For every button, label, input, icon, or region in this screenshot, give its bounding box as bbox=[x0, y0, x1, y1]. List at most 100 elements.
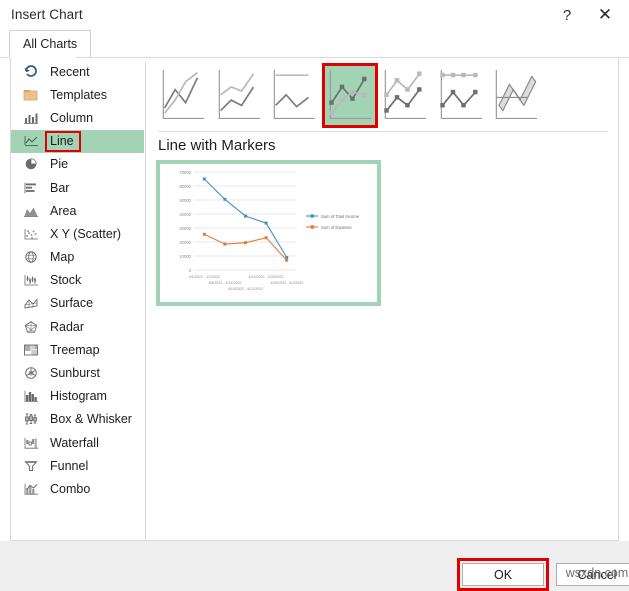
sidebar-item-map[interactable]: Map bbox=[11, 246, 144, 269]
sidebar-item-bar[interactable]: Bar bbox=[11, 176, 144, 199]
chart-type-stacked-line-with-markers[interactable] bbox=[380, 66, 430, 125]
sidebar-item-label: Surface bbox=[50, 296, 94, 311]
sidebar-item-funnel[interactable]: Funnel bbox=[11, 454, 144, 477]
preview-title: Line with Markers bbox=[158, 137, 276, 154]
sidebar-item-pie[interactable]: Pie bbox=[11, 153, 144, 176]
svg-text:4/22/2022 - 4/28/2022: 4/22/2022 - 4/28/2022 bbox=[249, 275, 284, 279]
combo-icon bbox=[20, 480, 42, 498]
svg-text:60000: 60000 bbox=[179, 184, 191, 189]
bar-icon bbox=[20, 179, 42, 197]
svg-text:Sum of Total Income: Sum of Total Income bbox=[321, 214, 360, 219]
sidebar-item-label: Sunburst bbox=[50, 366, 101, 381]
svg-text:0: 0 bbox=[189, 268, 192, 273]
panel-divider bbox=[145, 62, 146, 539]
sidebar-item-label: X Y (Scatter) bbox=[50, 226, 122, 241]
histogram-icon bbox=[20, 387, 42, 405]
sidebar-item-line[interactable]: Line bbox=[11, 129, 144, 153]
surface-icon bbox=[20, 294, 42, 312]
column-icon bbox=[20, 109, 42, 127]
svg-text:4/8/2022 - 4/14/2022: 4/8/2022 - 4/14/2022 bbox=[208, 281, 241, 285]
chart-type-glyph bbox=[495, 69, 537, 120]
sidebar-item-column[interactable]: Column bbox=[11, 106, 144, 129]
sidebar-item-combo[interactable]: Combo bbox=[11, 477, 144, 500]
sidebar-item-label: Radar bbox=[50, 319, 85, 334]
chart-type-line-with-markers[interactable] bbox=[321, 63, 378, 128]
chart-preview[interactable]: 0 10000 20000 30000 40000 50000 60000 70000 4/1/… bbox=[156, 160, 381, 306]
chart-type-glyph bbox=[273, 69, 315, 120]
sidebar-item-label: Funnel bbox=[50, 458, 89, 473]
chart-type-glyph bbox=[162, 69, 204, 120]
area-icon bbox=[20, 202, 42, 220]
svg-text:4/1/2022 - 4/7/2022: 4/1/2022 - 4/7/2022 bbox=[189, 275, 220, 279]
cancel-button[interactable]: Cancel bbox=[556, 563, 629, 586]
recent-icon bbox=[20, 63, 42, 81]
box-whisker-icon bbox=[20, 410, 42, 428]
tab-strip: All Charts bbox=[0, 30, 629, 58]
sidebar-item-label: Map bbox=[50, 250, 75, 265]
sidebar-item-stock[interactable]: Stock bbox=[11, 269, 144, 292]
chart-type-glyph bbox=[439, 69, 482, 120]
map-icon bbox=[20, 248, 42, 266]
chart-type-glyph bbox=[384, 69, 426, 120]
svg-text:10000: 10000 bbox=[179, 254, 191, 259]
chart-category-list[interactable]: Recent Templates Column Line Pie Bar Area X Y (… bbox=[11, 60, 144, 540]
scatter-icon bbox=[20, 225, 42, 243]
dialog-title: Insert Chart bbox=[11, 7, 83, 22]
tab-all-charts[interactable]: All Charts bbox=[9, 30, 92, 57]
sidebar-item-label: Stock bbox=[50, 273, 82, 288]
line-icon bbox=[20, 132, 42, 150]
sidebar-item-x-y-scatter[interactable]: X Y (Scatter) bbox=[11, 222, 144, 245]
sidebar-item-label: Box & Whisker bbox=[50, 412, 132, 427]
sidebar-item-histogram[interactable]: Histogram bbox=[11, 385, 144, 408]
svg-text:40000: 40000 bbox=[179, 212, 191, 217]
thumbnails-underline bbox=[158, 131, 608, 132]
sidebar-item-label: Histogram bbox=[50, 389, 107, 404]
svg-text:Sum of Expense: Sum of Expense bbox=[321, 225, 352, 230]
chart-type-stacked-line[interactable] bbox=[213, 66, 264, 125]
treemap-icon bbox=[20, 341, 42, 359]
preview-chart: 0 10000 20000 30000 40000 50000 60000 70000 4/1/… bbox=[179, 170, 360, 291]
ok-button-highlight bbox=[457, 558, 549, 591]
sidebar-item-templates[interactable]: Templates bbox=[11, 83, 144, 106]
sidebar-item-label: Bar bbox=[50, 180, 70, 195]
funnel-icon bbox=[20, 457, 42, 475]
svg-text:50000: 50000 bbox=[179, 198, 191, 203]
chart-type-100-stacked-line-with-markers[interactable] bbox=[435, 66, 486, 125]
sidebar-item-label: Pie bbox=[50, 157, 69, 172]
sidebar-item-label: Column bbox=[50, 110, 94, 125]
svg-text:30000: 30000 bbox=[179, 226, 191, 231]
sidebar-item-label: Recent bbox=[50, 64, 90, 79]
sidebar-item-box-whisker[interactable]: Box & Whisker bbox=[11, 408, 144, 431]
sidebar-item-label: Treemap bbox=[50, 342, 100, 357]
radar-icon bbox=[20, 318, 42, 336]
chart-type-glyph bbox=[328, 69, 371, 120]
svg-text:70000: 70000 bbox=[179, 170, 191, 175]
sidebar-item-sunburst[interactable]: Sunburst bbox=[11, 361, 144, 384]
sidebar-item-recent[interactable]: Recent bbox=[11, 60, 144, 83]
chart-type-100-stacked-line[interactable] bbox=[269, 66, 319, 125]
pie-icon bbox=[20, 155, 42, 173]
chart-type-3-d-line[interactable] bbox=[491, 66, 541, 125]
waterfall-icon bbox=[20, 434, 42, 452]
sidebar-item-area[interactable]: Area bbox=[11, 199, 144, 222]
sidebar-item-waterfall[interactable]: Waterfall bbox=[11, 431, 144, 454]
help-icon[interactable]: ? bbox=[549, 0, 585, 30]
close-icon[interactable]: ✕ bbox=[587, 0, 623, 30]
templates-icon bbox=[20, 86, 42, 104]
sidebar-item-label: Combo bbox=[50, 481, 91, 496]
tab-active-mask bbox=[10, 56, 76, 58]
svg-text:20000: 20000 bbox=[179, 240, 191, 245]
sidebar-item-label: Waterfall bbox=[50, 435, 99, 450]
sidebar-item-label: Line bbox=[45, 130, 81, 152]
sidebar-item-label: Area bbox=[50, 203, 77, 218]
sidebar-item-surface[interactable]: Surface bbox=[11, 292, 144, 315]
sidebar-item-treemap[interactable]: Treemap bbox=[11, 338, 144, 361]
insert-chart-dialog: Insert Chart ? ✕ All Charts Recent Templa… bbox=[0, 0, 629, 591]
title-bar: Insert Chart ? ✕ bbox=[0, 0, 629, 30]
sunburst-icon bbox=[20, 364, 42, 382]
chart-type-glyph bbox=[218, 69, 260, 120]
sidebar-item-radar[interactable]: Radar bbox=[11, 315, 144, 338]
chart-type-line[interactable] bbox=[158, 66, 208, 125]
chart-type-thumbnails[interactable] bbox=[158, 63, 558, 128]
sidebar-item-label: Templates bbox=[50, 87, 107, 102]
